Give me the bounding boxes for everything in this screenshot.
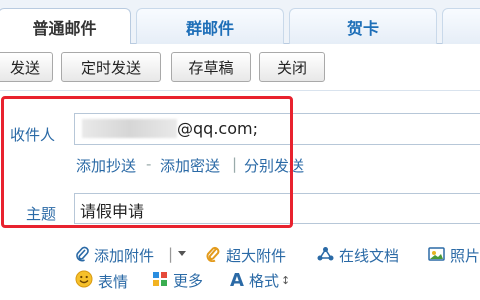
- photos-label: 照片: [450, 247, 480, 265]
- chevron-down-icon: [178, 251, 187, 256]
- online-docs-button[interactable]: 在线文档: [317, 245, 399, 266]
- format-expand-icon: ↕: [280, 274, 291, 287]
- dropdown-separator: |: [168, 245, 174, 263]
- attachment-dropdown[interactable]: |: [168, 245, 187, 263]
- large-attachment-button[interactable]: 超大附件: [205, 245, 286, 266]
- format-button[interactable]: A 格式 ↕: [230, 270, 290, 291]
- tab-more[interactable]: [442, 8, 480, 44]
- photo-icon: [428, 246, 445, 266]
- large-attachment-icon: [205, 246, 221, 266]
- large-attachment-label: 超大附件: [226, 247, 287, 265]
- grid-icon: [152, 271, 168, 291]
- paperclip-icon: [75, 246, 89, 266]
- send-button[interactable]: 发送: [0, 52, 53, 82]
- emoji-label: 表情: [98, 272, 129, 291]
- emoji-button[interactable]: 表情: [75, 270, 128, 292]
- online-docs-icon: [317, 246, 334, 266]
- online-docs-label: 在线文档: [339, 247, 400, 265]
- more-button[interactable]: 更多: [152, 270, 203, 291]
- format-label: 格式: [248, 272, 279, 290]
- save-draft-button[interactable]: 存草稿: [171, 52, 251, 82]
- tab-greeting-card[interactable]: 贺卡: [289, 8, 437, 44]
- close-button[interactable]: 关闭: [259, 52, 325, 82]
- scheduled-send-button[interactable]: 定时发送: [61, 52, 161, 82]
- add-attachment-label: 添加附件: [94, 247, 155, 265]
- photos-button[interactable]: 照片: [428, 245, 480, 266]
- toolbar-divider: [0, 90, 480, 91]
- format-text-icon: A: [230, 270, 244, 291]
- highlight-box: [1, 96, 293, 228]
- more-label: 更多: [173, 272, 204, 290]
- smiley-icon: [75, 270, 93, 292]
- tab-regular-mail[interactable]: 普通邮件: [0, 8, 131, 45]
- add-attachment-button[interactable]: 添加附件: [75, 245, 154, 266]
- tab-group-mail[interactable]: 群邮件: [136, 8, 284, 44]
